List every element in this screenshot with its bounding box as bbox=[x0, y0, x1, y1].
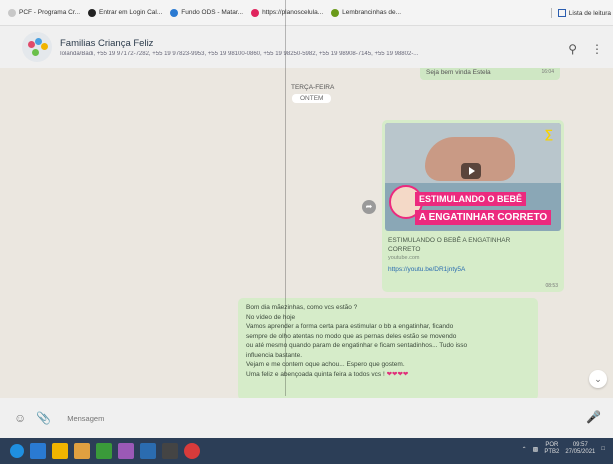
lang-code: POR bbox=[545, 442, 559, 448]
lang-variant: PTB2 bbox=[544, 449, 560, 455]
chat-header-text[interactable]: Familias Criança Feliz Iolanda/Badi, +55… bbox=[60, 38, 550, 57]
day-divider: TERÇA-FEIRA bbox=[291, 84, 335, 91]
clock[interactable]: 09:57 27/05/2021 bbox=[565, 442, 595, 456]
message-input[interactable] bbox=[67, 413, 548, 423]
clock-time: 09:57 bbox=[572, 442, 588, 448]
video-message-bubble[interactable]: ∑ ESTIMULANDO O BEBÊ A ENGATINHAR CORRET… bbox=[382, 120, 564, 292]
start-button-icon[interactable] bbox=[10, 444, 24, 458]
reading-list-icon bbox=[557, 9, 566, 17]
message-text: Seja bem vinda Estela bbox=[426, 69, 491, 76]
bookmark-label: PCF - Programa Cr... bbox=[19, 9, 81, 16]
bookmark-3[interactable]: Fundo ODS - Matar... bbox=[170, 8, 244, 17]
video-thumbnail[interactable]: ∑ ESTIMULANDO O BEBÊ A ENGATINHAR CORRET… bbox=[385, 123, 561, 231]
message-line-last: Uma feliz e abençoada quinta feira a tod… bbox=[246, 370, 530, 380]
page-fold-line bbox=[285, 0, 286, 396]
link-preview-title[interactable]: ESTIMULANDO O BEBÊ A ENGATINHAR CORRETO bbox=[385, 236, 561, 254]
bookmark-2[interactable]: Entrar em Login Cal... bbox=[88, 8, 163, 17]
message-time: 08:53 bbox=[545, 283, 558, 289]
video-link[interactable]: https://youtu.be/DR1jnty5A bbox=[385, 262, 561, 273]
taskbar-app-icon[interactable] bbox=[118, 443, 134, 459]
message-line: influencia bastante. bbox=[246, 351, 303, 359]
group-avatar[interactable] bbox=[22, 32, 52, 62]
tray-chevron-icon[interactable]: ⌃ bbox=[522, 446, 527, 453]
bookmark-4[interactable]: https://planoscelula... bbox=[251, 8, 324, 17]
date-divider: ONTEM bbox=[292, 94, 332, 103]
globe-icon bbox=[170, 8, 179, 17]
windows-taskbar: ⌃ ▩ POR PTB2 09:57 27/05/2021 □ bbox=[0, 438, 613, 464]
notification-icon[interactable]: □ bbox=[601, 446, 605, 452]
forward-icon[interactable]: ➦ bbox=[362, 200, 376, 214]
chat-messages[interactable]: Seja bem vinda Estela 16:04 TERÇA-FEIRA … bbox=[0, 68, 613, 398]
message-line: Vejam e me contem oque achou... Espero q… bbox=[246, 361, 405, 368]
system-tray[interactable]: ⌃ ▩ POR PTB2 09:57 27/05/2021 □ bbox=[522, 442, 605, 456]
banner-line-1: ESTIMULANDO O BEBÊ bbox=[415, 192, 527, 206]
message-line: Vamos aprender a forma certa para estimu… bbox=[246, 323, 454, 330]
search-icon[interactable]: ⚲ bbox=[568, 42, 577, 56]
message-line: ou até mesmo quando param de engatinhar … bbox=[246, 342, 468, 349]
clock-date: 27/05/2021 bbox=[565, 449, 596, 455]
hearts-emoji: ❤❤❤❤ bbox=[386, 370, 409, 378]
menu-icon[interactable]: ⋮ bbox=[591, 42, 603, 56]
preview-title-line: ESTIMULANDO O BEBÊ A ENGATINHAR bbox=[388, 237, 511, 244]
message-line: Uma feliz e abençoada quinta feira a tod… bbox=[246, 370, 385, 378]
divider bbox=[550, 8, 552, 18]
bookmark-5[interactable]: Lembrancinhas de... bbox=[331, 8, 402, 17]
taskbar-app-icon[interactable] bbox=[162, 443, 178, 459]
chat-participants: Iolanda/Badi, +55 19 97172-7282, +55 19 … bbox=[60, 50, 419, 57]
emoji-icon[interactable]: ☺ bbox=[14, 411, 26, 425]
bookmark-label: Entrar em Login Cal... bbox=[99, 9, 163, 16]
reading-list[interactable]: Lista de leitura bbox=[550, 8, 611, 18]
bookmarks-bar: PCF - Programa Cr... Entrar em Login Cal… bbox=[0, 0, 613, 26]
bookmark-label: https://planoscelula... bbox=[262, 9, 324, 16]
taskbar-app-icon[interactable] bbox=[184, 443, 200, 459]
reading-list-label: Lista de leitura bbox=[568, 9, 611, 17]
bookmark-1[interactable]: PCF - Programa Cr... bbox=[8, 8, 81, 17]
message-line: Bom dia mãezinhas, como vcs estão ? bbox=[246, 304, 358, 311]
scroll-down-button[interactable]: ⌄ bbox=[589, 370, 607, 388]
lightning-icon: ∑ bbox=[544, 127, 553, 141]
preview-title-line: CORRETO bbox=[388, 246, 421, 253]
pcf-bookmark-icon bbox=[8, 8, 16, 17]
message-bubble-previous[interactable]: Seja bem vinda Estela 16:04 bbox=[420, 68, 560, 80]
message-composer: ☺ 📎 🎤 bbox=[0, 398, 613, 438]
attach-icon[interactable]: 📎 bbox=[36, 411, 51, 425]
text-message-bubble[interactable]: Bom dia mãezinhas, como vcs estão ? No v… bbox=[238, 298, 538, 398]
chat-header[interactable]: Familias Criança Feliz Iolanda/Badi, +55… bbox=[0, 26, 613, 68]
video-banner: ESTIMULANDO O BEBÊ A ENGATINHAR CORRETO bbox=[415, 189, 561, 229]
chat-title: Familias Criança Feliz bbox=[60, 37, 154, 49]
header-actions: ⚲ ⋮ bbox=[568, 42, 603, 56]
language-indicator[interactable]: POR PTB2 bbox=[544, 442, 559, 456]
pocket-icon bbox=[251, 8, 260, 17]
microphone-icon[interactable]: 🎤 bbox=[586, 410, 601, 424]
bookmark-label: Lembrancinhas de... bbox=[342, 9, 402, 16]
taskbar-app-icon[interactable] bbox=[140, 443, 156, 459]
taskbar-app-icon[interactable] bbox=[96, 443, 112, 459]
banner-line-2: A ENGATINHAR CORRETO bbox=[415, 210, 552, 225]
bookmark-label: Fundo ODS - Matar... bbox=[181, 9, 244, 16]
link-preview-domain: youtube.com bbox=[388, 255, 420, 261]
taskbar-app-icon[interactable] bbox=[74, 443, 90, 459]
leaf-icon bbox=[331, 8, 340, 17]
message-time: 16:04 bbox=[541, 69, 554, 75]
taskbar-app-icon[interactable] bbox=[30, 443, 46, 459]
github-icon bbox=[88, 8, 97, 17]
taskbar-app-icon[interactable] bbox=[52, 443, 68, 459]
play-icon[interactable] bbox=[461, 163, 481, 179]
network-icon[interactable]: ▩ bbox=[533, 446, 539, 453]
message-line: No vídeo de hoje bbox=[246, 313, 296, 321]
message-line: sempre de olho atentas no modo que as pe… bbox=[246, 332, 457, 340]
